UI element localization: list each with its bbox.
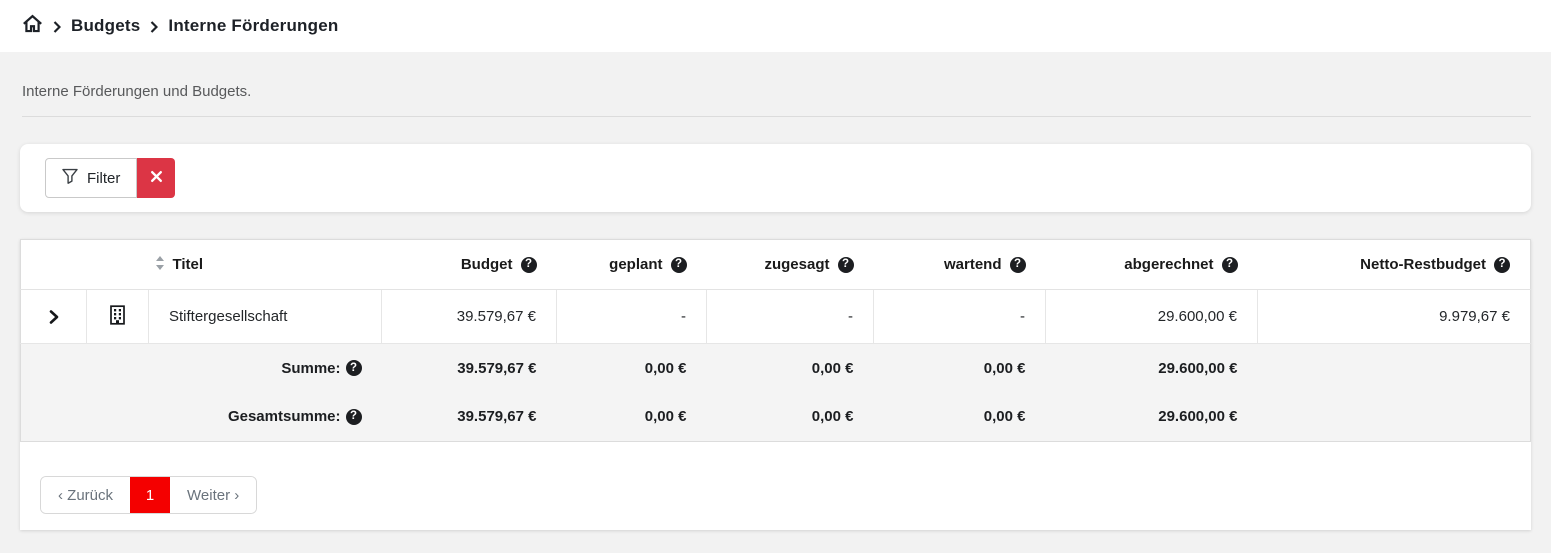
column-label: geplant [609, 256, 662, 273]
breadcrumb-home[interactable] [22, 14, 43, 38]
home-icon [22, 14, 43, 38]
pagination-next[interactable]: Weiter › [170, 477, 256, 513]
cell-geplant: - [557, 290, 707, 344]
divider [22, 116, 1531, 117]
filter-button-group: Filter [45, 158, 175, 198]
close-icon [150, 170, 163, 186]
summary-geplant: 0,00 € [557, 393, 707, 442]
help-icon[interactable]: ? [1222, 257, 1238, 273]
column-label: zugesagt [764, 256, 829, 273]
pagination: ‹ Zurück 1 Weiter › [40, 476, 257, 514]
column-header-netto-restbudget: Netto-Restbudget ? [1258, 240, 1531, 290]
cell-type [87, 290, 149, 344]
summary-label-cell: Gesamtsumme: ? [21, 393, 382, 442]
summary-abgerechnet: 29.600,00 € [1046, 344, 1258, 393]
help-icon[interactable]: ? [521, 257, 537, 273]
pagination-prev[interactable]: ‹ Zurück [41, 477, 130, 513]
summary-abgerechnet: 29.600,00 € [1046, 393, 1258, 442]
budget-table: Titel Budget ? geplant ? [20, 239, 1531, 442]
cell-expand [21, 290, 87, 344]
expand-row-button[interactable] [41, 290, 66, 343]
budget-table-card: Titel Budget ? geplant ? [20, 239, 1531, 530]
table-row: Stiftergesellschaft 39.579,67 € - - - 29… [21, 290, 1531, 344]
sort-icon [155, 255, 165, 275]
cell-titel: Stiftergesellschaft [149, 290, 382, 344]
summary-zugesagt: 0,00 € [707, 393, 874, 442]
column-header-wartend: wartend ? [874, 240, 1046, 290]
cell-budget: 39.579,67 € [382, 290, 557, 344]
summary-budget: 39.579,67 € [382, 344, 557, 393]
breadcrumb-item-budgets[interactable]: Budgets [71, 16, 140, 36]
cell-abgerechnet: 29.600,00 € [1046, 290, 1258, 344]
summary-budget: 39.579,67 € [382, 393, 557, 442]
page-description: Interne Förderungen und Budgets. [0, 52, 1551, 116]
help-icon[interactable]: ? [1010, 257, 1026, 273]
help-icon[interactable]: ? [1494, 257, 1510, 273]
column-label: Netto-Restbudget [1360, 256, 1486, 273]
column-header-budget: Budget ? [382, 240, 557, 290]
summary-netto-restbudget [1258, 344, 1531, 393]
help-icon[interactable]: ? [671, 257, 687, 273]
column-header-type [87, 240, 149, 290]
summary-label: Summe: [281, 360, 340, 377]
summary-netto-restbudget [1258, 393, 1531, 442]
column-label: Titel [173, 256, 204, 273]
column-header-zugesagt: zugesagt ? [707, 240, 874, 290]
column-header-geplant: geplant ? [557, 240, 707, 290]
column-header-abgerechnet: abgerechnet ? [1046, 240, 1258, 290]
summary-label: Gesamtsumme: [228, 408, 341, 425]
cell-zugesagt: - [707, 290, 874, 344]
summary-wartend: 0,00 € [874, 393, 1046, 442]
summary-zugesagt: 0,00 € [707, 344, 874, 393]
filter-panel: Filter [20, 144, 1531, 212]
pagination-current-page[interactable]: 1 [130, 477, 170, 513]
column-label: Budget [461, 256, 513, 273]
breadcrumb-item-current: Interne Förderungen [168, 16, 338, 36]
filter-button[interactable]: Filter [45, 158, 137, 198]
breadcrumb-bar: Budgets Interne Förderungen [0, 0, 1551, 52]
breadcrumb: Budgets Interne Förderungen [22, 14, 338, 38]
summary-label-cell: Summe: ? [21, 344, 382, 393]
chevron-right-icon [150, 21, 158, 33]
summary-row-gesamtsumme: Gesamtsumme: ? 39.579,67 € 0,00 € 0,00 €… [21, 393, 1531, 442]
funnel-icon [62, 168, 78, 188]
building-icon [109, 312, 126, 329]
summary-geplant: 0,00 € [557, 344, 707, 393]
table-header-row: Titel Budget ? geplant ? [21, 240, 1531, 290]
column-label: wartend [944, 256, 1002, 273]
summary-row-summe: Summe: ? 39.579,67 € 0,00 € 0,00 € 0,00 … [21, 344, 1531, 393]
summary-wartend: 0,00 € [874, 344, 1046, 393]
column-header-titel[interactable]: Titel [149, 240, 382, 290]
help-icon[interactable]: ? [346, 360, 362, 376]
filter-clear-button[interactable] [137, 158, 175, 198]
filter-button-label: Filter [87, 170, 120, 187]
table-footer: ‹ Zurück 1 Weiter › [20, 442, 1531, 530]
column-label: abgerechnet [1124, 256, 1213, 273]
help-icon[interactable]: ? [838, 257, 854, 273]
help-icon[interactable]: ? [346, 409, 362, 425]
chevron-right-icon [53, 21, 61, 33]
column-header-expand [21, 240, 87, 290]
cell-netto-restbudget: 9.979,67 € [1258, 290, 1531, 344]
cell-wartend: - [874, 290, 1046, 344]
